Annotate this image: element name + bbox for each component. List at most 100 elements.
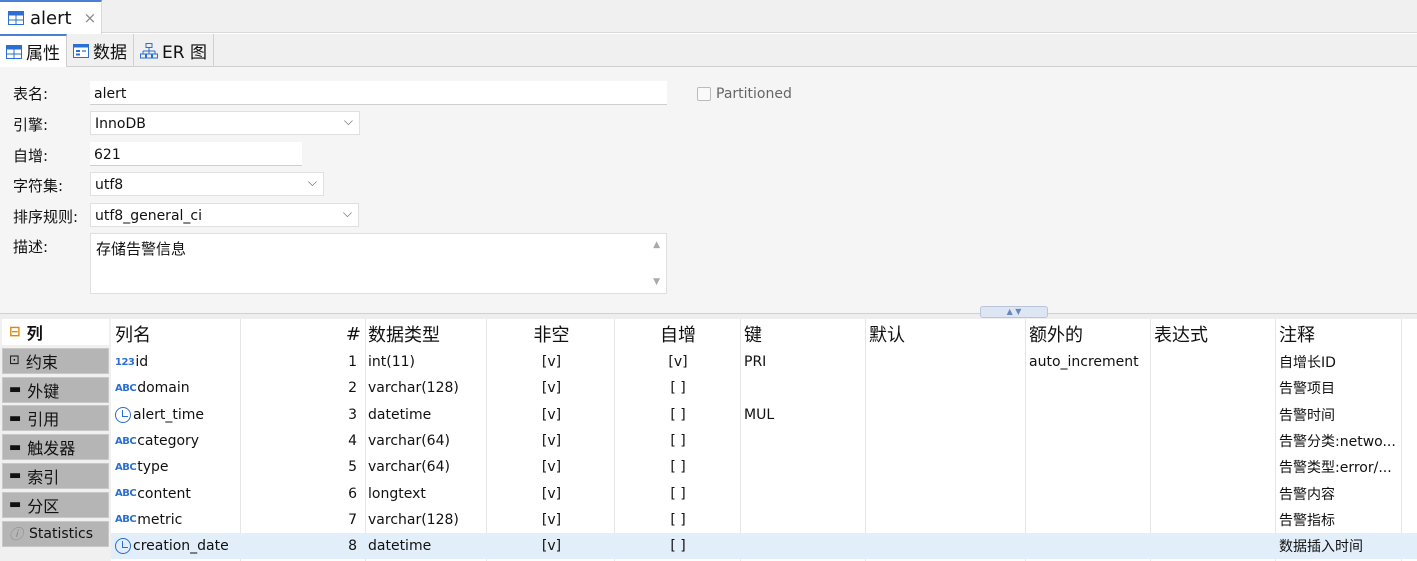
table-row[interactable]: 123 id 1 int(11) [v] [v] PRI auto_increment 自增长I… [111,349,1417,375]
editor-tab-alert[interactable]: alert × [0,0,102,34]
tab-properties[interactable]: 属性 [0,34,67,67]
tab-data[interactable]: 数据 [67,34,134,67]
grid-cell-expr[interactable] [1154,533,1276,559]
grid-cell-autoinc[interactable]: [ ] [616,507,740,533]
grid-cell-key[interactable]: MUL [744,402,866,428]
nav-item-indexes[interactable]: ▬ 索引 [2,462,109,489]
grid-cell-notnull[interactable]: [v] [489,454,614,480]
grid-cell-name[interactable]: ABC type [115,454,240,480]
grid-cell-comment[interactable]: 告警内容 [1279,481,1404,507]
grid-cell-notnull[interactable]: [v] [489,402,614,428]
grid-cell-extra[interactable] [1029,428,1153,454]
table-row[interactable]: ABC content 6 longtext [v][ ] 告警内容 [111,481,1417,507]
grid-cell-autoinc[interactable]: [ ] [616,481,740,507]
grid-cell-num[interactable]: 1 [241,349,361,375]
table-row[interactable]: alert_time 3 datetime [v][ ] MUL 告警时间 [111,402,1417,428]
grid-cell-extra[interactable] [1029,375,1153,401]
columns-grid[interactable]: 列名 # 数据类型 非空 自增键默认 额外的 表达式 注释 123 id 1 int(11) [v] [v… [111,319,1417,561]
grid-cell-name[interactable]: ABC metric [115,507,240,533]
grid-cell-extra[interactable]: auto_increment [1029,349,1153,375]
grid-header-cell[interactable]: 额外的 [1029,321,1153,347]
grid-cell-autoinc[interactable]: [ ] [616,375,740,401]
grid-cell-comment[interactable]: 数据插入时间 [1279,533,1404,559]
nav-item-foreign-keys[interactable]: ▬ 外键 [2,376,109,403]
grid-cell-autoinc[interactable]: [ ] [616,402,740,428]
grid-cell-expr[interactable] [1154,481,1276,507]
grid-cell-num[interactable]: 6 [241,481,361,507]
checkbox-box[interactable] [697,87,711,101]
partitioned-checkbox[interactable]: Partitioned [697,86,792,102]
grid-cell-notnull[interactable]: [v] [489,533,614,559]
grid-cell-notnull[interactable]: [v] [489,428,614,454]
grid-cell-extra[interactable] [1029,507,1153,533]
grid-cell-comment[interactable]: 自增长ID [1279,349,1404,375]
scroll-down-icon[interactable]: ▼ [653,277,660,287]
grid-cell-num[interactable]: 2 [241,375,361,401]
grid-cell-expr[interactable] [1154,375,1276,401]
grid-cell-expr[interactable] [1154,402,1276,428]
grid-cell-name[interactable]: ABC category [115,428,240,454]
grid-cell-extra[interactable] [1029,454,1153,480]
grid-header-cell[interactable]: 列名 [115,321,240,347]
grid-cell-default[interactable] [869,428,1024,454]
grid-cell-default[interactable] [869,533,1024,559]
table-name-input[interactable]: alert [90,81,667,105]
grid-cell-default[interactable] [869,507,1024,533]
grid-cell-expr[interactable] [1154,454,1276,480]
grid-header-cell[interactable]: 表达式 [1154,321,1276,347]
grid-cell-num[interactable]: 5 [241,454,361,480]
splitter-handle[interactable]: ▲ ▼ [980,306,1048,318]
grid-cell-notnull[interactable]: [v] [489,481,614,507]
collation-select[interactable]: utf8_general_ci ⌵ [90,203,359,227]
grid-cell-name[interactable]: 123 id [115,349,240,375]
grid-cell-num[interactable]: 7 [241,507,361,533]
grid-cell-name[interactable]: ABC content [115,481,240,507]
grid-cell-extra[interactable] [1029,533,1153,559]
grid-cell-notnull[interactable]: [v] [489,507,614,533]
table-row[interactable]: ABC type 5 varchar(64) [v][ ] 告警类型:error/... [111,454,1417,480]
grid-cell-key[interactable] [744,375,866,401]
close-icon[interactable]: × [84,9,97,27]
grid-cell-num[interactable]: 4 [241,428,361,454]
grid-header-cell[interactable]: 非空 [489,321,614,347]
grid-cell-extra[interactable] [1029,481,1153,507]
grid-header-cell[interactable]: # [241,321,361,347]
grid-cell-name[interactable]: alert_time [115,402,240,428]
grid-cell-default[interactable] [869,402,1024,428]
grid-cell-notnull[interactable]: [v] [489,375,614,401]
charset-select[interactable]: utf8 ⌵ [90,172,324,196]
grid-cell-default[interactable] [869,375,1024,401]
auto-increment-input[interactable]: 621 [90,142,302,166]
grid-cell-key[interactable] [744,454,866,480]
grid-cell-comment[interactable]: 告警项目 [1279,375,1404,401]
grid-cell-autoinc[interactable]: [ ] [616,533,740,559]
nav-item-references[interactable]: ▬ 引用 [2,405,109,432]
grid-cell-expr[interactable] [1154,428,1276,454]
table-row[interactable]: creation_date 8 datetime [v][ ] 数据插入时间 [111,533,1417,560]
grid-header-cell[interactable]: 注释 [1279,321,1404,347]
grid-header-cell[interactable]: 键 [744,321,866,347]
grid-cell-comment[interactable]: 告警分类:netwo... [1279,428,1404,454]
description-textarea[interactable]: 存储告警信息 ▲ ▼ [90,233,667,294]
grid-cell-extra[interactable] [1029,402,1153,428]
grid-cell-autoinc[interactable]: [ ] [616,454,740,480]
grid-cell-expr[interactable] [1154,507,1276,533]
scroll-up-icon[interactable]: ▲ [653,240,660,250]
grid-cell-default[interactable] [869,454,1024,480]
grid-cell-key[interactable] [744,533,866,559]
grid-header-cell[interactable]: 默认 [869,321,1024,347]
nav-item-constraints[interactable]: ⊡ 约束 [2,347,109,374]
grid-cell-key[interactable] [744,428,866,454]
grid-cell-default[interactable] [869,481,1024,507]
grid-cell-key[interactable] [744,507,866,533]
grid-cell-expr[interactable] [1154,349,1276,375]
grid-cell-notnull[interactable]: [v] [489,349,614,375]
grid-cell-comment[interactable]: 告警指标 [1279,507,1404,533]
table-row[interactable]: ABC domain 2 varchar(128) [v][ ] 告警项目 [111,375,1417,401]
nav-item-statistics[interactable]: ⓘ Statistics [2,520,109,547]
grid-cell-autoinc[interactable]: [ ] [616,428,740,454]
engine-select[interactable]: InnoDB ⌵ [90,111,360,135]
grid-header-cell[interactable]: 自增 [616,321,740,347]
grid-cell-default[interactable] [869,349,1024,375]
grid-cell-name[interactable]: creation_date [115,533,240,559]
